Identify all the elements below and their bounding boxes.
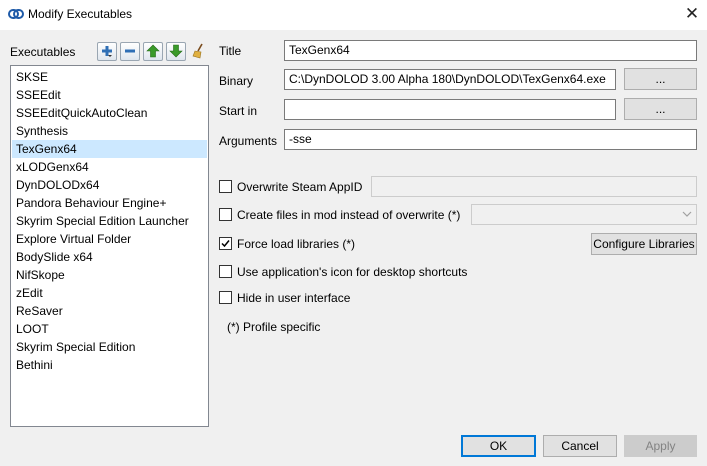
binary-label: Binary bbox=[219, 74, 254, 88]
chain-link-icon bbox=[8, 9, 24, 19]
list-item[interactable]: NifSkope bbox=[12, 266, 207, 284]
list-item[interactable]: Pandora Behaviour Engine+ bbox=[12, 194, 207, 212]
window-title: Modify Executables bbox=[28, 7, 133, 21]
list-item[interactable]: Explore Virtual Folder bbox=[12, 230, 207, 248]
use-app-icon-label: Use application's icon for desktop short… bbox=[237, 265, 468, 279]
move-up-button[interactable] bbox=[143, 42, 163, 61]
hide-in-ui-label: Hide in user interface bbox=[237, 291, 351, 305]
list-item[interactable]: DynDOLODx64 bbox=[12, 176, 207, 194]
list-item[interactable]: Skyrim Special Edition bbox=[12, 338, 207, 356]
list-item[interactable]: Bethini bbox=[12, 356, 207, 374]
executables-list[interactable]: SKSE SSEEdit SSEEditQuickAutoClean Synth… bbox=[10, 65, 209, 427]
list-item[interactable]: zEdit bbox=[12, 284, 207, 302]
force-load-libraries-checkbox[interactable] bbox=[219, 237, 232, 250]
list-item-selected[interactable]: TexGenx64 bbox=[12, 140, 207, 158]
configure-libraries-button[interactable]: Configure Libraries bbox=[591, 233, 697, 255]
list-item[interactable]: BodySlide x64 bbox=[12, 248, 207, 266]
cancel-button[interactable]: Cancel bbox=[543, 435, 617, 457]
list-item[interactable]: ReSaver bbox=[12, 302, 207, 320]
list-item[interactable]: xLODGenx64 bbox=[12, 158, 207, 176]
add-executable-button[interactable] bbox=[97, 42, 117, 61]
list-item[interactable]: SKSE bbox=[12, 68, 207, 86]
chevron-down-icon bbox=[682, 211, 692, 217]
executables-label: Executables bbox=[10, 45, 76, 59]
binary-field[interactable]: C:\DynDOLOD 3.00 Alpha 180\DynDOLOD\TexG… bbox=[284, 69, 616, 90]
steam-appid-field[interactable] bbox=[371, 176, 697, 197]
mod-select-dropdown[interactable] bbox=[471, 204, 697, 225]
start-in-browse-button[interactable]: ... bbox=[624, 98, 697, 120]
checkmark-icon bbox=[221, 240, 230, 248]
title-label: Title bbox=[219, 44, 242, 58]
broom-icon bbox=[192, 43, 203, 59]
title-field[interactable]: TexGenx64 bbox=[284, 40, 697, 61]
create-files-in-mod-label: Create files in mod instead of overwrite… bbox=[237, 208, 461, 222]
arguments-label: Arguments bbox=[219, 134, 278, 148]
arguments-field[interactable]: -sse bbox=[284, 129, 697, 150]
apply-button[interactable]: Apply bbox=[624, 435, 697, 457]
create-files-in-mod-checkbox[interactable] bbox=[219, 208, 232, 221]
move-down-button[interactable] bbox=[166, 42, 186, 61]
overwrite-steam-appid-label: Overwrite Steam AppID bbox=[237, 180, 363, 194]
use-app-icon-checkbox[interactable] bbox=[219, 265, 232, 278]
force-load-libraries-label: Force load libraries (*) bbox=[237, 237, 356, 251]
minus-icon bbox=[125, 49, 135, 53]
list-item[interactable]: SSEEdit bbox=[12, 86, 207, 104]
ok-button[interactable]: OK bbox=[461, 435, 536, 457]
remove-executable-button[interactable] bbox=[120, 42, 140, 61]
list-item[interactable]: Synthesis bbox=[12, 122, 207, 140]
list-item[interactable]: Skyrim Special Edition Launcher bbox=[12, 212, 207, 230]
list-item[interactable]: SSEEditQuickAutoClean bbox=[12, 104, 207, 122]
list-item[interactable]: LOOT bbox=[12, 320, 207, 338]
profile-specific-note: (*) Profile specific bbox=[227, 320, 321, 334]
close-icon[interactable]: ✕ bbox=[680, 3, 704, 25]
arrow-down-icon bbox=[169, 44, 183, 58]
clean-button[interactable] bbox=[189, 42, 209, 61]
start-in-field[interactable] bbox=[284, 99, 616, 120]
start-in-label: Start in bbox=[219, 104, 258, 118]
arrow-up-icon bbox=[146, 44, 160, 58]
hide-in-ui-checkbox[interactable] bbox=[219, 291, 232, 304]
binary-browse-button[interactable]: ... bbox=[624, 68, 697, 90]
overwrite-steam-appid-checkbox[interactable] bbox=[219, 180, 232, 193]
plus-icon bbox=[102, 46, 112, 57]
